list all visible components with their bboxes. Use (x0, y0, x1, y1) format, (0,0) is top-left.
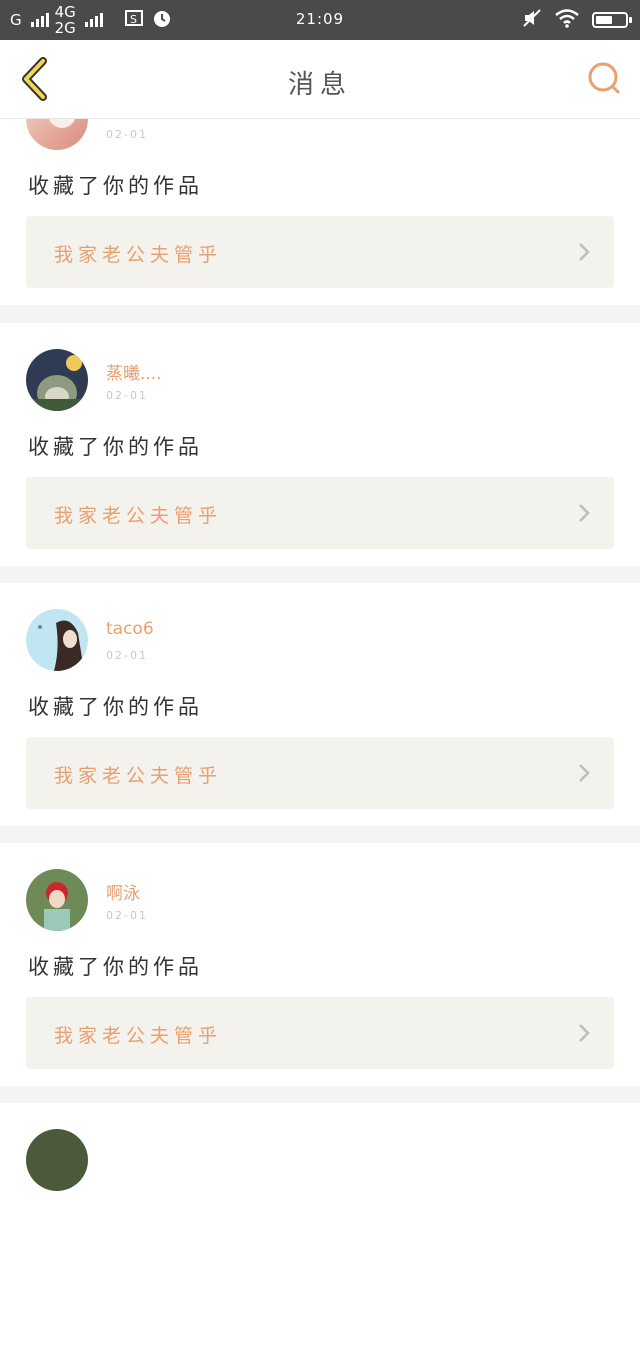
chevron-right-icon (579, 243, 590, 261)
user-name[interactable]: 啊泳 (106, 879, 140, 904)
user-name[interactable]: 蒸曦.... (106, 359, 162, 384)
work-title: 我家老公夫管乎 (54, 505, 223, 527)
message-date: 02-01 (106, 389, 148, 402)
message-text: 收藏了你的作品 (28, 955, 203, 979)
avatar[interactable] (26, 869, 88, 931)
status-right (522, 8, 632, 32)
message-text: 收藏了你的作品 (28, 695, 203, 719)
wifi-icon (554, 8, 580, 32)
mute-icon (522, 8, 542, 32)
chevron-right-icon (579, 504, 590, 522)
message-card: 啊泳 02-01 收藏了你的作品 我家老公夫管乎 (0, 843, 640, 1086)
avatar[interactable] (26, 349, 88, 411)
message-card: taco6 02-01 收藏了你的作品 我家老公夫管乎 (0, 583, 640, 826)
message-text: 收藏了你的作品 (28, 435, 203, 459)
work-link[interactable]: 我家老公夫管乎 (26, 997, 614, 1069)
message-text: 收藏了你的作品 (28, 174, 203, 198)
work-title: 我家老公夫管乎 (54, 244, 223, 266)
message-card (0, 1103, 640, 1346)
work-link[interactable]: 我家老公夫管乎 (26, 216, 614, 288)
avatar[interactable] (26, 1129, 88, 1191)
search-icon (588, 62, 620, 94)
message-card: 蒸曦.... 02-01 收藏了你的作品 我家老公夫管乎 (0, 323, 640, 566)
chevron-right-icon (579, 764, 590, 782)
work-link[interactable]: 我家老公夫管乎 (26, 737, 614, 809)
message-date: 02-01 (106, 649, 148, 662)
message-date: 02-01 (106, 909, 148, 922)
search-button[interactable] (584, 58, 624, 98)
top-navbar: 消息 (0, 40, 640, 119)
work-title: 我家老公夫管乎 (54, 1025, 223, 1047)
work-title: 我家老公夫管乎 (54, 765, 223, 787)
work-link[interactable]: 我家老公夫管乎 (26, 477, 614, 549)
page-title: 消息 (287, 70, 352, 100)
avatar[interactable] (26, 609, 88, 671)
status-bar: G 4G 2G S 21:09 (0, 0, 640, 40)
chevron-right-icon (579, 1024, 590, 1042)
user-name[interactable]: taco6 (106, 619, 154, 639)
message-date: 02-01 (106, 128, 148, 141)
battery-icon (592, 12, 632, 28)
